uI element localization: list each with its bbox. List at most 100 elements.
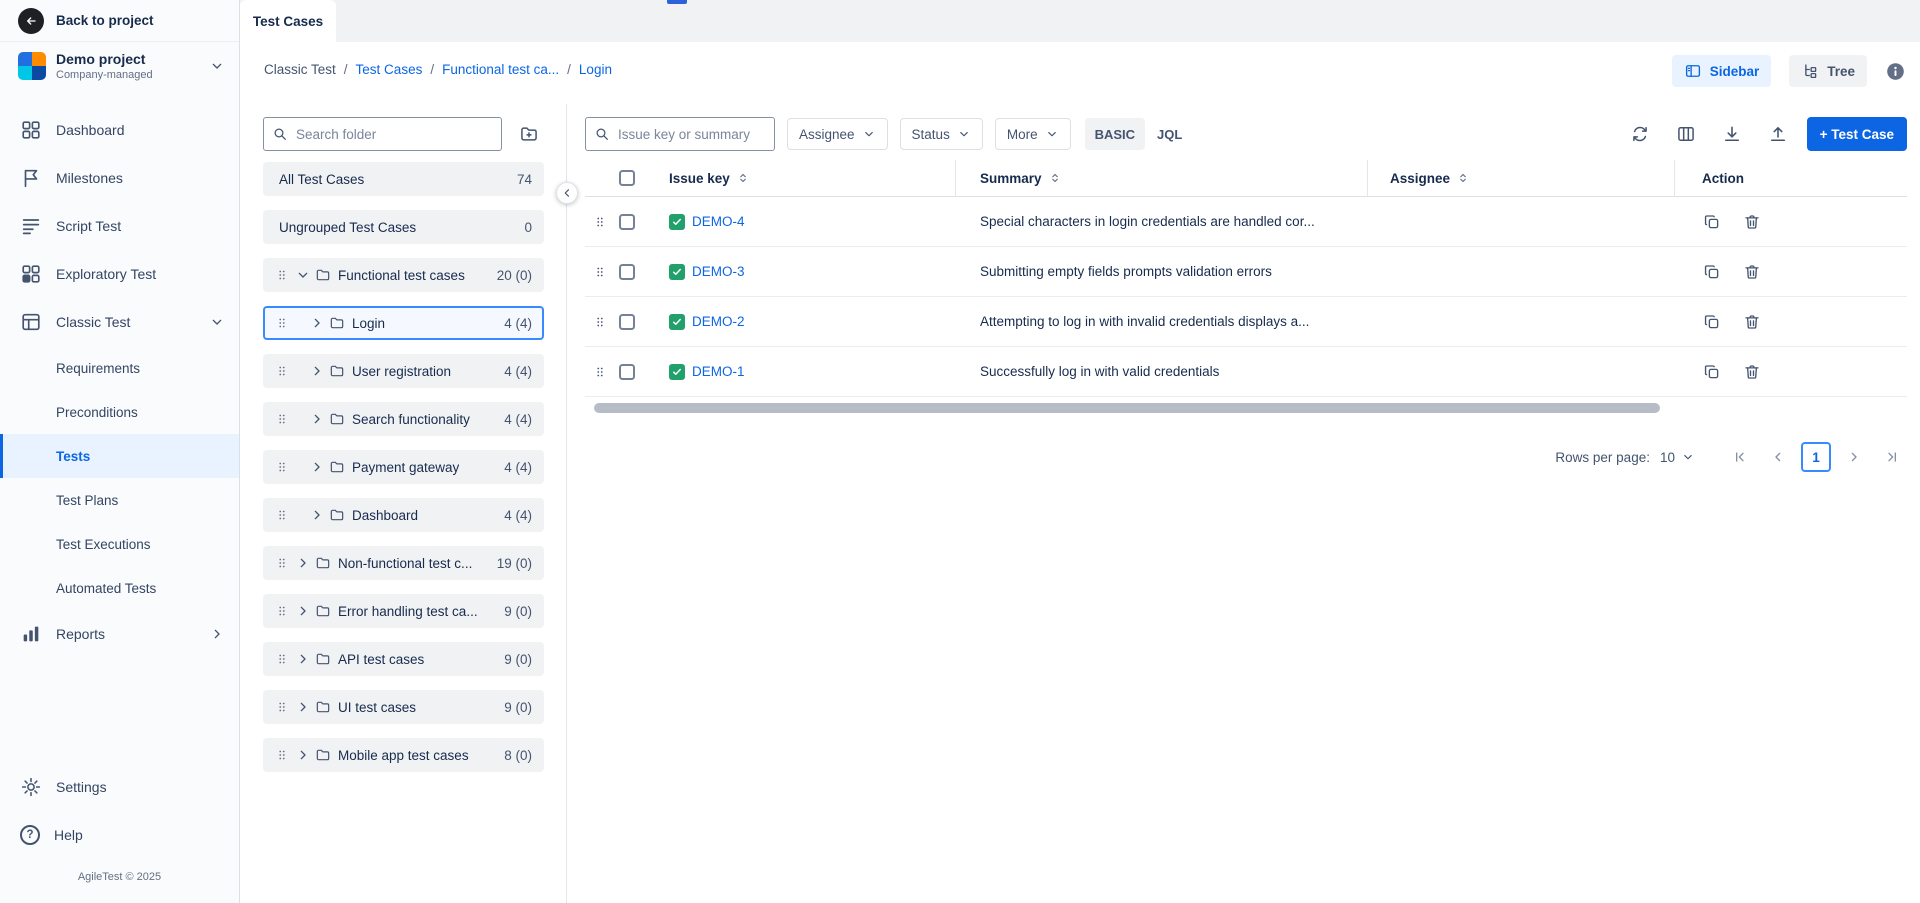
sidebar-item-tests[interactable]: Tests <box>0 434 239 478</box>
breadcrumb-item-classic-test[interactable]: Classic Test <box>264 62 336 77</box>
folder-item-payment-gateway[interactable]: Payment gateway 4 (4) <box>263 450 544 484</box>
add-folder-button[interactable] <box>514 119 544 149</box>
issue-key-link[interactable]: DEMO-2 <box>692 314 745 329</box>
issue-search-input[interactable] <box>585 117 775 151</box>
tree-view-button[interactable]: Tree <box>1789 55 1867 87</box>
chevron-right-icon[interactable] <box>309 363 325 379</box>
jql-mode-button[interactable]: JQL <box>1147 118 1192 150</box>
sidebar-item-milestones[interactable]: Milestones <box>0 154 239 202</box>
sidebar-item-help[interactable]: ? Help <box>0 811 239 859</box>
import-button[interactable] <box>1765 121 1791 147</box>
delete-button[interactable] <box>1742 262 1762 282</box>
folder-item-error-handling[interactable]: Error handling test ca... 9 (0) <box>263 594 544 628</box>
back-to-project-button[interactable]: Back to project <box>0 0 239 42</box>
copy-button[interactable] <box>1702 212 1722 232</box>
row-checkbox[interactable] <box>619 364 635 380</box>
folder-item-ungrouped[interactable]: Ungrouped Test Cases 0 <box>263 210 544 244</box>
copy-button[interactable] <box>1702 312 1722 332</box>
sidebar-item-settings[interactable]: Settings <box>0 763 239 811</box>
folder-item-mobile-app-test-cases[interactable]: Mobile app test cases 8 (0) <box>263 738 544 772</box>
breadcrumb-item-functional-test-cases[interactable]: Functional test ca... <box>442 62 559 77</box>
refresh-button[interactable] <box>1627 121 1653 147</box>
last-page-button[interactable] <box>1877 442 1907 472</box>
row-checkbox[interactable] <box>619 264 635 280</box>
issue-key-link[interactable]: DEMO-4 <box>692 214 745 229</box>
folder-item-login[interactable]: Login 4 (4) <box>263 306 544 340</box>
sidebar-item-preconditions[interactable]: Preconditions <box>0 390 239 434</box>
sidebar-item-requirements[interactable]: Requirements <box>0 346 239 390</box>
chevron-right-icon[interactable] <box>309 411 325 427</box>
more-filter-dropdown[interactable]: More <box>995 118 1071 150</box>
drag-handle-icon[interactable] <box>275 364 289 378</box>
sidebar-item-reports[interactable]: Reports <box>0 610 239 658</box>
copy-button[interactable] <box>1702 362 1722 382</box>
chevron-down-icon[interactable] <box>295 267 311 283</box>
sidebar-item-dashboard[interactable]: Dashboard <box>0 106 239 154</box>
current-page-button[interactable]: 1 <box>1801 442 1831 472</box>
folder-item-functional-test-cases[interactable]: Functional test cases 20 (0) <box>263 258 544 292</box>
drag-handle-icon[interactable] <box>585 265 613 279</box>
drag-handle-icon[interactable] <box>275 700 289 714</box>
sidebar-item-test-executions[interactable]: Test Executions <box>0 522 239 566</box>
scrollbar-thumb[interactable] <box>594 403 1660 413</box>
issue-key-link[interactable]: DEMO-1 <box>692 364 745 379</box>
folder-item-api-test-cases[interactable]: API test cases 9 (0) <box>263 642 544 676</box>
rows-per-page-select[interactable]: 10 <box>1660 450 1695 465</box>
columns-button[interactable] <box>1673 121 1699 147</box>
prev-page-button[interactable] <box>1763 442 1793 472</box>
chevron-right-icon[interactable] <box>309 507 325 523</box>
chevron-right-icon[interactable] <box>295 699 311 715</box>
chevron-right-icon[interactable] <box>295 651 311 667</box>
assignee-filter-dropdown[interactable]: Assignee <box>787 118 888 150</box>
copy-button[interactable] <box>1702 262 1722 282</box>
folder-search-input[interactable] <box>263 117 502 151</box>
drag-handle-icon[interactable] <box>275 556 289 570</box>
drag-handle-icon[interactable] <box>275 508 289 522</box>
issue-key-link[interactable]: DEMO-3 <box>692 264 745 279</box>
first-page-button[interactable] <box>1725 442 1755 472</box>
chevron-right-icon[interactable] <box>309 315 325 331</box>
status-filter-dropdown[interactable]: Status <box>900 118 983 150</box>
column-header-summary[interactable]: Summary <box>956 160 1368 196</box>
drag-handle-icon[interactable] <box>585 315 613 329</box>
delete-button[interactable] <box>1742 362 1762 382</box>
panel-collapse-button[interactable] <box>556 182 578 204</box>
add-test-case-button[interactable]: + Test Case <box>1807 117 1907 151</box>
chevron-right-icon[interactable] <box>295 603 311 619</box>
sidebar-item-script-test[interactable]: Script Test <box>0 202 239 250</box>
row-checkbox[interactable] <box>619 314 635 330</box>
drag-handle-icon[interactable] <box>275 652 289 666</box>
breadcrumb-item-test-cases[interactable]: Test Cases <box>356 62 423 77</box>
column-header-issue-key[interactable]: Issue key <box>649 160 956 196</box>
folder-item-non-functional[interactable]: Non-functional test c... 19 (0) <box>263 546 544 580</box>
drag-handle-icon[interactable] <box>275 268 289 282</box>
drag-handle-icon[interactable] <box>585 365 613 379</box>
project-switcher[interactable]: Demo project Company-managed <box>0 42 239 90</box>
delete-button[interactable] <box>1742 312 1762 332</box>
breadcrumb-item-login[interactable]: Login <box>579 62 612 77</box>
tab-test-cases[interactable]: Test Cases <box>240 0 336 42</box>
sidebar-view-button[interactable]: Sidebar <box>1672 55 1772 87</box>
chevron-right-icon[interactable] <box>309 459 325 475</box>
sidebar-item-exploratory-test[interactable]: Exploratory Test <box>0 250 239 298</box>
export-button[interactable] <box>1719 121 1745 147</box>
drag-handle-icon[interactable] <box>275 460 289 474</box>
sidebar-item-test-plans[interactable]: Test Plans <box>0 478 239 522</box>
column-header-assignee[interactable]: Assignee <box>1368 160 1675 196</box>
select-all-checkbox[interactable] <box>619 170 635 186</box>
drag-handle-icon[interactable] <box>585 215 613 229</box>
drag-handle-icon[interactable] <box>275 748 289 762</box>
sort-icon[interactable] <box>1457 172 1469 184</box>
row-checkbox[interactable] <box>619 214 635 230</box>
info-icon[interactable] <box>1885 61 1906 82</box>
chevron-right-icon[interactable] <box>295 555 311 571</box>
drag-handle-icon[interactable] <box>275 412 289 426</box>
drag-handle-icon[interactable] <box>275 604 289 618</box>
chevron-right-icon[interactable] <box>295 747 311 763</box>
folder-item-user-registration[interactable]: User registration 4 (4) <box>263 354 544 388</box>
sidebar-item-automated-tests[interactable]: Automated Tests <box>0 566 239 610</box>
sidebar-item-classic-test[interactable]: Classic Test <box>0 298 239 346</box>
basic-mode-button[interactable]: BASIC <box>1085 118 1145 150</box>
folder-item-dashboard[interactable]: Dashboard 4 (4) <box>263 498 544 532</box>
sort-icon[interactable] <box>737 172 749 184</box>
